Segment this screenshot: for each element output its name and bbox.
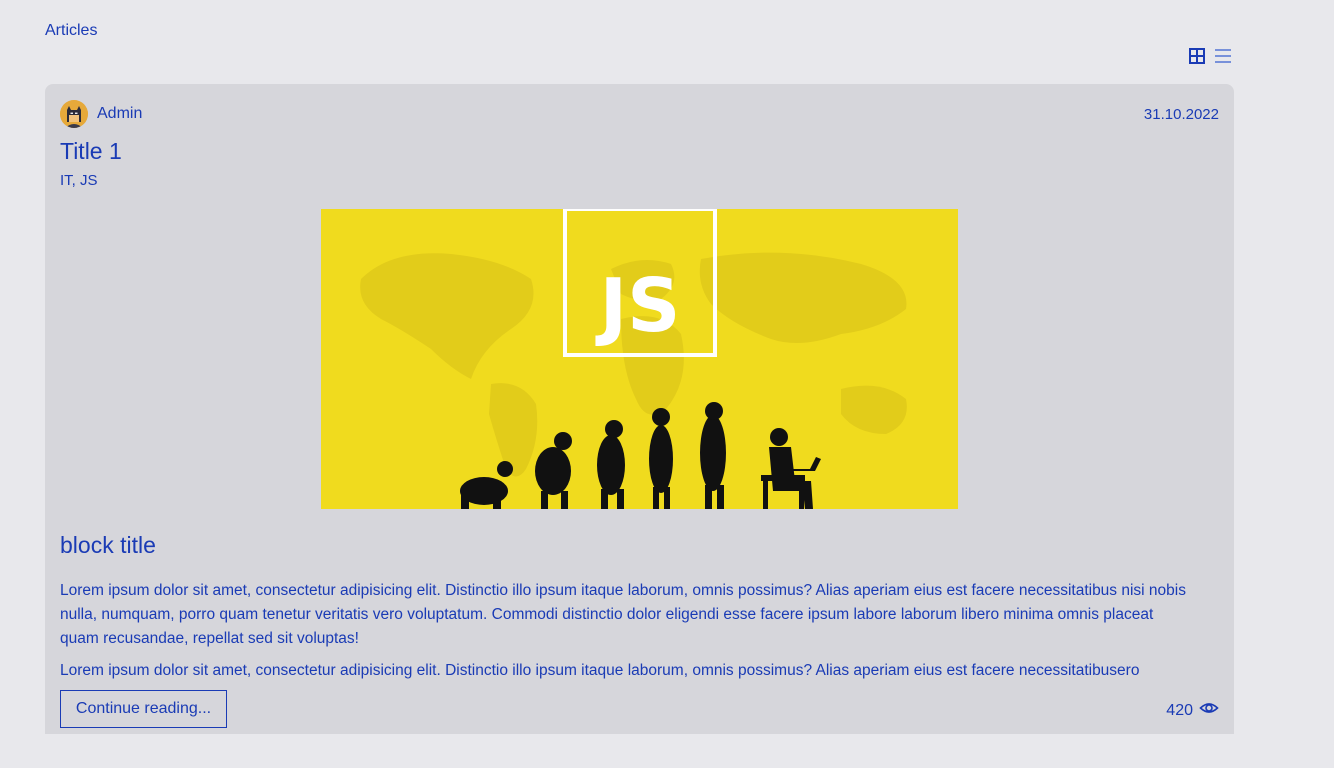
article-title[interactable]: Title 1 xyxy=(60,138,122,165)
article-card: Admin 31.10.2022 Title 1 IT, JS JS block… xyxy=(45,84,1234,734)
tag[interactable]: JS xyxy=(80,172,98,189)
card-header: Admin 31.10.2022 xyxy=(60,99,1219,129)
breadcrumb[interactable]: Articles xyxy=(45,22,97,40)
tag-separator: , xyxy=(71,172,81,189)
list-icon[interactable] xyxy=(1213,46,1233,66)
js-logo-text: JS xyxy=(595,263,681,349)
article-paragraph: Lorem ipsum dolor sit amet, consectetur … xyxy=(60,582,1186,647)
article-date: 31.10.2022 xyxy=(1143,105,1219,123)
tag-list: IT, JS xyxy=(60,172,98,189)
avatar xyxy=(60,100,88,128)
view-toggle-group xyxy=(1187,46,1233,66)
view-count: 420 xyxy=(1166,698,1219,723)
block-title: block title xyxy=(60,532,156,558)
view-count-value: 420 xyxy=(1166,701,1193,719)
author-name: Admin xyxy=(97,105,143,122)
author[interactable]: Admin xyxy=(60,100,142,128)
eye-icon xyxy=(1199,698,1219,723)
continue-reading-button[interactable]: Continue reading... xyxy=(60,690,227,728)
article-paragraph: Lorem ipsum dolor sit amet, consectetur … xyxy=(60,662,1140,679)
tag[interactable]: IT xyxy=(60,172,72,189)
grid-icon[interactable] xyxy=(1187,46,1207,66)
cover-image: JS xyxy=(321,209,958,509)
